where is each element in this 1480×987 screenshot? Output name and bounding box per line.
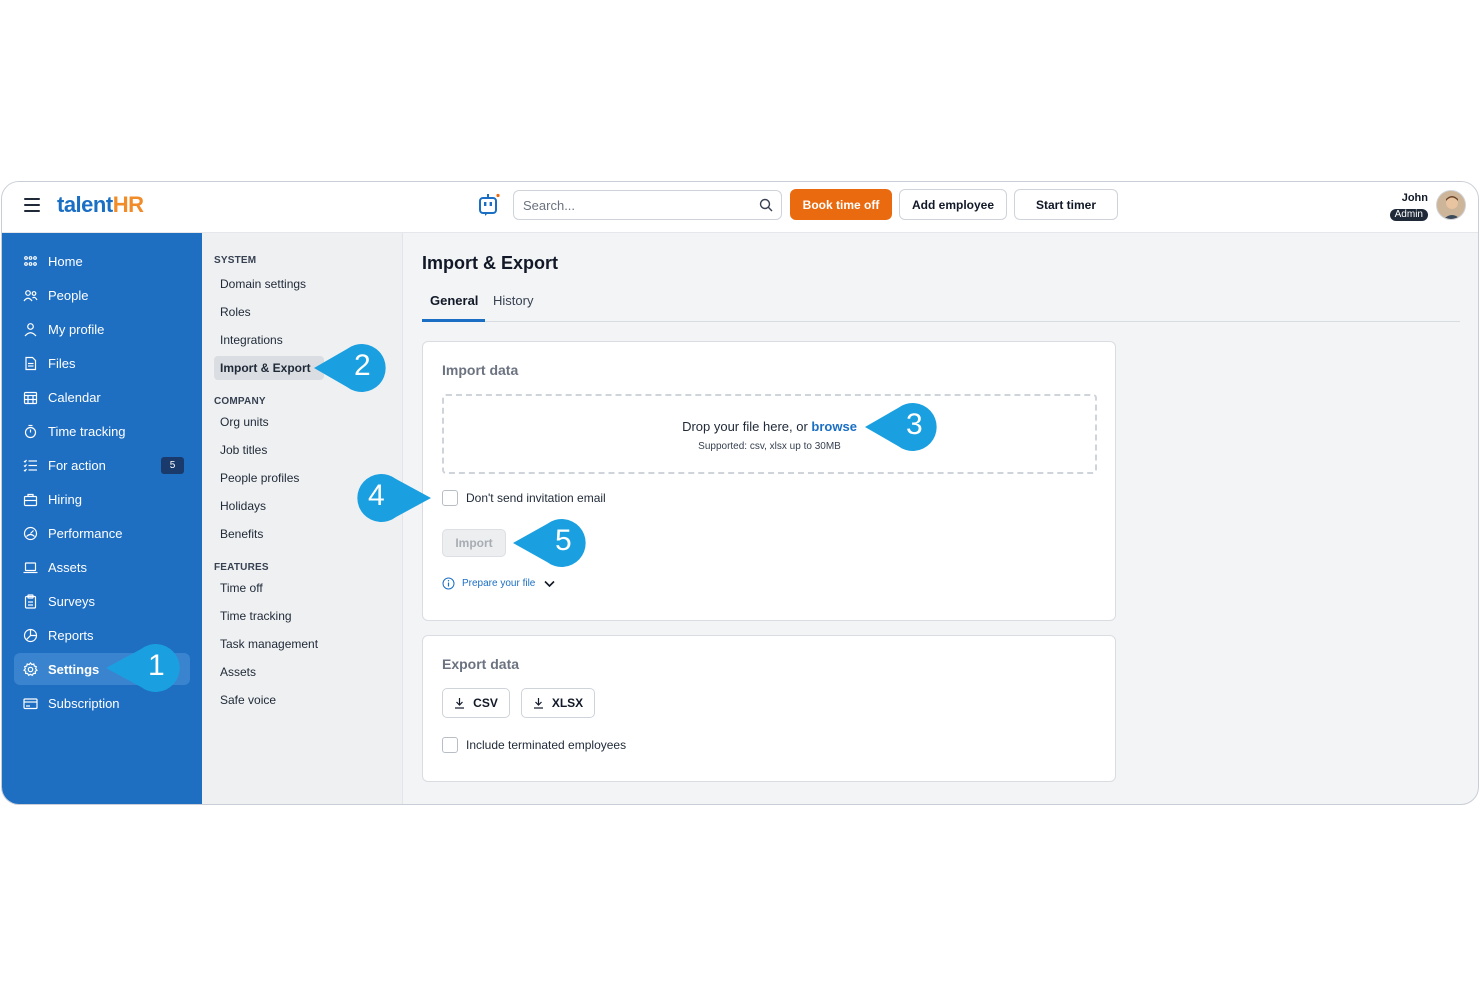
search-icon[interactable]: [759, 198, 773, 212]
no-invite-email-checkbox[interactable]: [442, 490, 458, 506]
sidebar-item-performance[interactable]: Performance: [14, 517, 190, 549]
card-icon: [23, 697, 38, 709]
page-title: Import & Export: [422, 253, 559, 273]
import-data-title: Import data: [442, 362, 519, 378]
gauge-icon: [23, 526, 38, 540]
submenu-heading-features: FEATURES: [214, 562, 269, 573]
submenu-item-task-management[interactable]: Task management: [214, 632, 332, 656]
stopwatch-icon: [24, 424, 37, 438]
supported-formats-text: Supported: csv, xlsx up to 30MB: [698, 441, 841, 452]
sidebar-item-my-profile[interactable]: My profile: [14, 313, 190, 345]
sidebar-item-surveys[interactable]: Surveys: [14, 585, 190, 617]
sidebar-item-time-tracking[interactable]: Time tracking: [14, 415, 190, 447]
chart-pie-icon: [23, 628, 38, 642]
import-data-card: Import data Drop your file here, or brow…: [422, 341, 1116, 621]
import-button[interactable]: Import: [442, 529, 506, 557]
start-timer-button[interactable]: Start timer: [1014, 189, 1118, 220]
no-invite-email-label: Don't send invitation email: [466, 491, 606, 505]
submenu-item-benefits[interactable]: Benefits: [214, 522, 332, 546]
export-data-title: Export data: [442, 656, 520, 672]
callout-2: 2: [314, 343, 390, 393]
sidebar-item-assets[interactable]: Assets: [14, 551, 190, 583]
people-icon: [23, 289, 38, 301]
hamburger-menu-icon[interactable]: [24, 198, 40, 212]
export-data-card: Export data CSV XLSX Include terminated …: [422, 635, 1116, 782]
submenu-item-safe-voice[interactable]: Safe voice: [214, 688, 332, 712]
checklist-icon: [23, 459, 37, 472]
export-csv-button[interactable]: CSV: [442, 688, 510, 718]
sidebar: Home People My profile Files Calendar Ti…: [2, 233, 202, 804]
search-box: [513, 190, 782, 220]
include-terminated-label: Include terminated employees: [466, 738, 627, 752]
callout-pointer-left-icon: [513, 519, 586, 567]
tab-general[interactable]: General: [422, 293, 485, 322]
tab-bar: General History: [422, 291, 1460, 322]
submenu-item-assets[interactable]: Assets: [214, 660, 332, 684]
sidebar-item-home[interactable]: Home: [14, 245, 190, 277]
include-terminated-checkbox[interactable]: [442, 737, 458, 753]
book-time-off-button[interactable]: Book time off: [790, 189, 892, 220]
sidebar-item-calendar[interactable]: Calendar: [14, 381, 190, 413]
add-employee-button[interactable]: Add employee: [899, 189, 1007, 220]
callout-5: 5: [513, 518, 590, 568]
callout-3: 3: [865, 402, 941, 452]
export-xlsx-button[interactable]: XLSX: [521, 688, 595, 718]
user-role-badge: Admin: [1389, 209, 1428, 221]
user-info[interactable]: John Admin: [1389, 192, 1428, 222]
search-input[interactable]: [514, 191, 744, 219]
laptop-icon: [23, 561, 38, 573]
sidebar-item-people[interactable]: People: [14, 279, 190, 311]
user-icon: [24, 322, 37, 336]
prepare-file-toggle[interactable]: Prepare your file: [442, 577, 562, 590]
sidebar-item-files[interactable]: Files: [14, 347, 190, 379]
callout-4: 4: [353, 473, 431, 523]
callout-pointer-left-icon: [106, 644, 180, 692]
browse-link[interactable]: browse: [811, 419, 857, 434]
clipboard-icon: [24, 593, 37, 609]
submenu-heading-company: COMPANY: [214, 396, 266, 407]
submenu-item-time-tracking[interactable]: Time tracking: [214, 604, 332, 628]
user-name: John: [1401, 192, 1428, 204]
prepare-file-link: Prepare your file: [462, 578, 536, 589]
gear-icon: [23, 661, 38, 676]
file-dropzone[interactable]: Drop your file here, or browse Supported…: [442, 394, 1097, 474]
callout-1: 1: [106, 643, 184, 693]
download-icon: [533, 698, 543, 709]
sidebar-item-hiring[interactable]: Hiring: [14, 483, 190, 515]
submenu-heading-system: SYSTEM: [214, 255, 257, 266]
submenu-item-time-off[interactable]: Time off: [214, 576, 332, 600]
download-icon: [455, 698, 465, 709]
submenu-item-roles[interactable]: Roles: [214, 300, 332, 324]
callout-pointer-left-icon: [865, 403, 937, 451]
app-window: talentHR Book time off Add employee Star…: [1, 181, 1479, 805]
for-action-count-badge: 5: [161, 457, 184, 474]
callout-pointer-left-icon: [314, 344, 386, 392]
avatar[interactable]: [1436, 190, 1466, 220]
include-terminated-row: Include terminated employees: [442, 737, 626, 753]
submenu-item-people-profiles[interactable]: People profiles: [214, 466, 332, 490]
no-invite-email-row: Don't send invitation email: [442, 490, 606, 506]
chevron-down-icon: [544, 580, 555, 587]
submenu-item-domain-settings[interactable]: Domain settings: [214, 272, 332, 296]
submenu-item-job-titles[interactable]: Job titles: [214, 438, 332, 462]
assistant-bot-icon[interactable]: [476, 192, 502, 218]
top-bar: talentHR Book time off Add employee Star…: [2, 182, 1478, 233]
callout-pointer-right-icon: [357, 474, 431, 522]
dropzone-text: Drop your file here, or browse: [682, 419, 857, 434]
sidebar-item-for-action[interactable]: For action 5: [14, 449, 190, 481]
info-icon: [442, 577, 455, 590]
briefcase-icon: [23, 493, 38, 506]
grid-icon: [24, 255, 37, 266]
talenthr-logo[interactable]: talentHR: [57, 192, 144, 218]
submenu-item-holidays[interactable]: Holidays: [214, 494, 332, 518]
tab-history[interactable]: History: [493, 293, 533, 322]
submenu-item-org-units[interactable]: Org units: [214, 410, 332, 434]
submenu-item-import-export[interactable]: Import & Export: [214, 356, 324, 380]
avatar-face-icon: [1437, 191, 1465, 219]
calendar-icon: [23, 391, 38, 404]
file-icon: [25, 356, 37, 370]
